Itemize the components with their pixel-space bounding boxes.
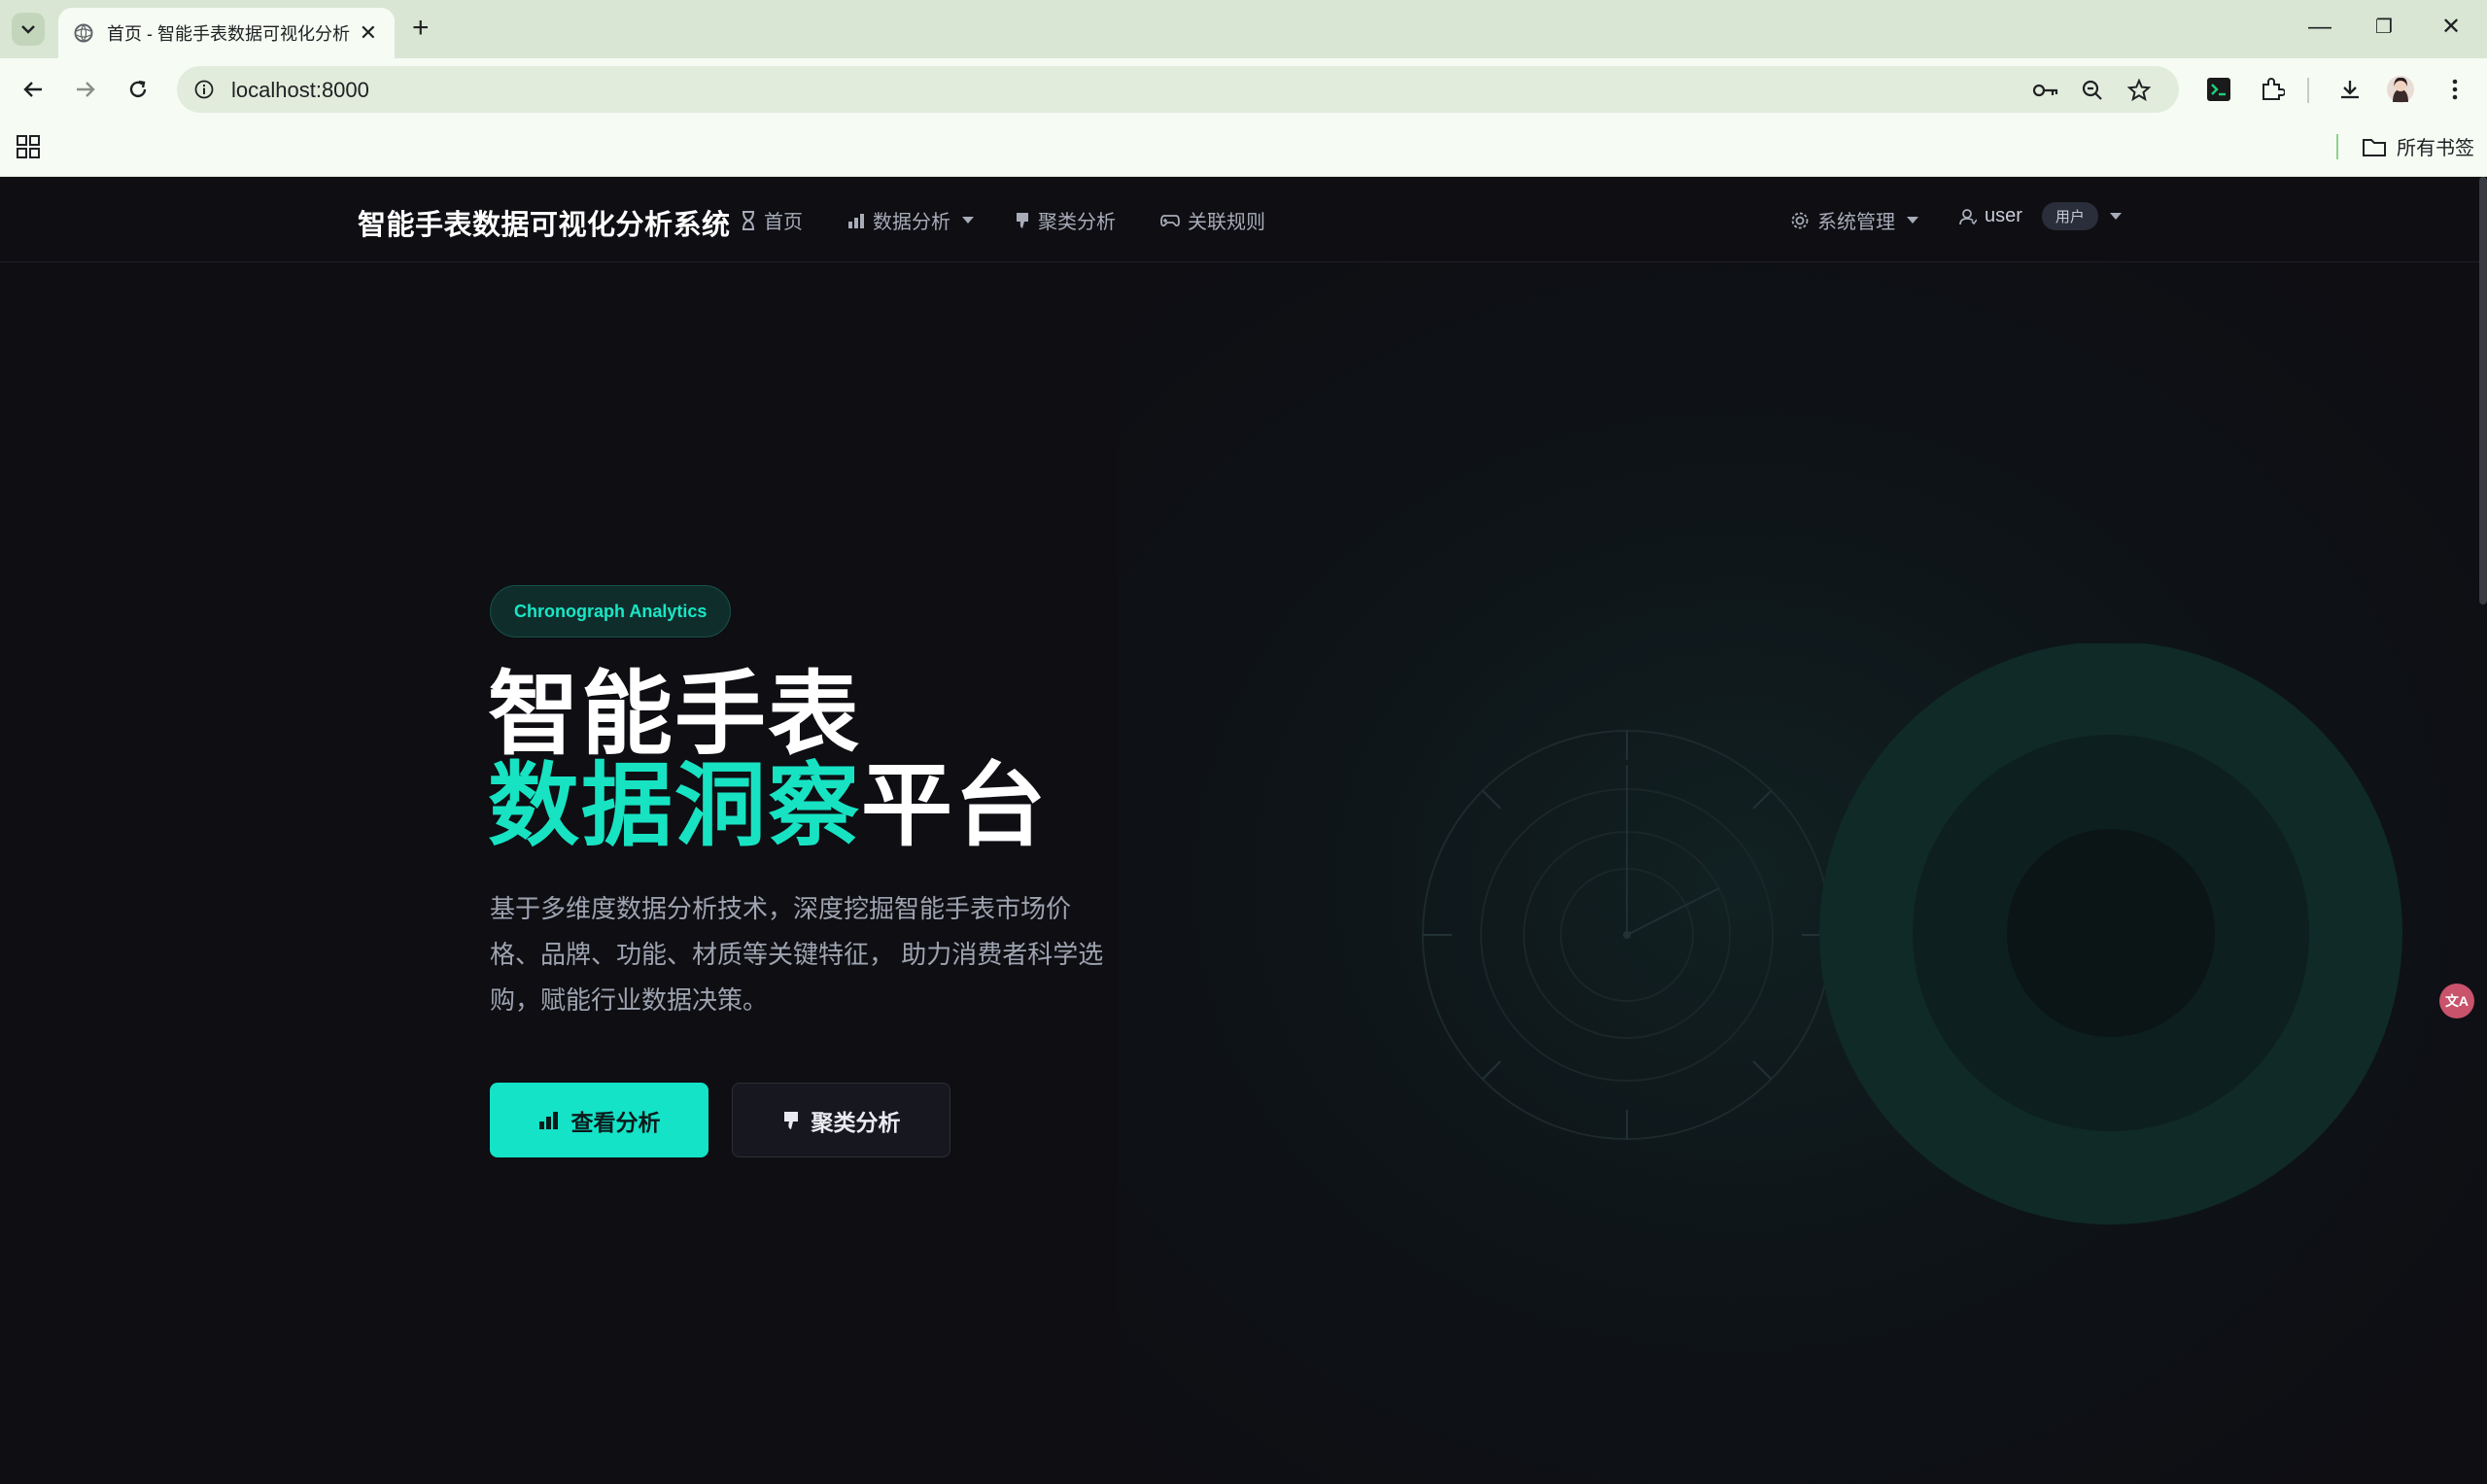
nav-home[interactable]: 首页	[741, 206, 803, 234]
toolbar-divider	[2307, 78, 2309, 103]
tab-search-button[interactable]	[12, 13, 45, 46]
gear-icon	[1791, 212, 1809, 228]
bookmarks-bar: 所有书签	[0, 121, 2487, 177]
browser-menu-icon[interactable]	[2437, 72, 2472, 107]
info-icon[interactable]	[194, 80, 214, 99]
nav-cluster-analysis[interactable]: 聚类分析	[1015, 206, 1116, 234]
zoom-icon[interactable]	[2078, 76, 2107, 105]
apps-grid-icon[interactable]	[16, 134, 41, 164]
translate-icon[interactable]: 文A	[2439, 984, 2474, 1018]
tab-title: 首页 - 智能手表数据可视化分析	[107, 24, 350, 44]
download-icon[interactable]	[2332, 72, 2367, 107]
chevron-down-icon	[21, 25, 35, 34]
new-tab-button[interactable]: +	[412, 12, 430, 45]
user-icon	[1959, 208, 1977, 224]
nav-data-analysis[interactable]: 数据分析	[847, 206, 974, 234]
hero-description: 基于多维度数据分析技术，深度挖掘智能手表市场价格、品牌、功能、材质等关键特征， …	[490, 894, 1104, 1015]
nav-home-label: 首页	[764, 212, 803, 233]
gamepad-icon	[1160, 214, 1180, 226]
arrow-left-icon	[23, 82, 42, 97]
arrow-right-icon	[77, 82, 95, 97]
page-scrollbar[interactable]	[2479, 177, 2487, 604]
user-role-badge: 用户	[2041, 202, 2098, 230]
bar-chart-icon	[538, 1111, 558, 1129]
hero-decoration	[1422, 643, 2402, 1225]
folder-icon	[2363, 138, 2386, 156]
browser-tab-active[interactable]: 首页 - 智能手表数据可视化分析 ✕	[58, 8, 395, 58]
all-bookmarks-button[interactable]: 所有书签	[2362, 132, 2474, 160]
browser-tabbar: 首页 - 智能手表数据可视化分析 ✕ + — ❐ ✕	[0, 0, 2487, 58]
forward-button[interactable]	[68, 72, 103, 107]
hero-title-line2: 数据洞察平台	[488, 760, 1048, 851]
extensions-puzzle-icon[interactable]	[2255, 72, 2290, 107]
site-brand[interactable]: 智能手表数据可视化分析系统	[358, 202, 731, 243]
dropdown-caret-icon	[2109, 213, 2122, 220]
thumbs-down-icon	[783, 1111, 798, 1129]
cluster-analysis-label: 聚类分析	[811, 1109, 901, 1135]
hero-title-rest: 平台	[861, 754, 1049, 856]
all-bookmarks-label: 所有书签	[2397, 138, 2474, 159]
tab-close-icon[interactable]: ✕	[360, 21, 377, 45]
nav-cluster-analysis-label: 聚类分析	[1038, 212, 1116, 233]
address-bar[interactable]: localhost:8000	[177, 66, 2179, 113]
view-analysis-label: 查看分析	[570, 1109, 661, 1135]
dropdown-caret-icon	[962, 217, 974, 224]
thumbs-down-icon	[1017, 212, 1028, 228]
globe-icon	[74, 23, 93, 43]
reload-button[interactable]	[121, 72, 155, 107]
reload-icon	[129, 80, 147, 98]
hero-title-accent: 数据洞察	[488, 754, 862, 856]
profile-avatar[interactable]	[2383, 72, 2418, 107]
hero-badge: Chronograph Analytics	[490, 585, 732, 638]
nav-system-admin-label: 系统管理	[1817, 212, 1895, 233]
nav-user-menu[interactable]: user 用户	[1959, 202, 2122, 230]
browser-toolbar: localhost:8000	[0, 58, 2487, 121]
hourglass-icon	[743, 210, 754, 230]
cluster-analysis-button[interactable]: 聚类分析	[732, 1083, 950, 1157]
user-name: user	[1985, 205, 2022, 226]
web-page: 智能手表数据可视化分析系统 首页 数据分析 聚类分析 关联规则 系统管理 use…	[0, 177, 2487, 1484]
minimize-button[interactable]: —	[2308, 10, 2332, 45]
close-window-button[interactable]: ✕	[2441, 10, 2461, 45]
bar-chart-icon	[848, 213, 864, 228]
nav-association-rules-label: 关联规则	[1188, 212, 1265, 233]
hero-title: 智能手表 数据洞察平台	[488, 669, 1048, 851]
dropdown-caret-icon	[1907, 217, 1918, 224]
view-analysis-button[interactable]: 查看分析	[490, 1083, 708, 1157]
bookmarks-divider	[2336, 134, 2338, 159]
nav-data-analysis-label: 数据分析	[873, 212, 950, 233]
maximize-button[interactable]: ❐	[2375, 10, 2393, 45]
password-key-icon[interactable]	[2031, 76, 2060, 105]
nav-association-rules[interactable]: 关联规则	[1160, 206, 1265, 234]
watch-dial-graphic	[1422, 730, 1832, 1140]
url-text[interactable]: localhost:8000	[231, 78, 369, 103]
terminal-extension-icon[interactable]	[2201, 72, 2236, 107]
hero-title-line1: 智能手表	[488, 663, 862, 765]
bookmark-star-icon[interactable]	[2124, 76, 2154, 105]
back-button[interactable]	[16, 72, 51, 107]
site-navbar: 智能手表数据可视化分析系统 首页 数据分析 聚类分析 关联规则 系统管理 use…	[0, 177, 2487, 262]
concentric-rings-graphic	[1819, 643, 2402, 1225]
nav-system-admin[interactable]: 系统管理	[1790, 206, 1918, 234]
